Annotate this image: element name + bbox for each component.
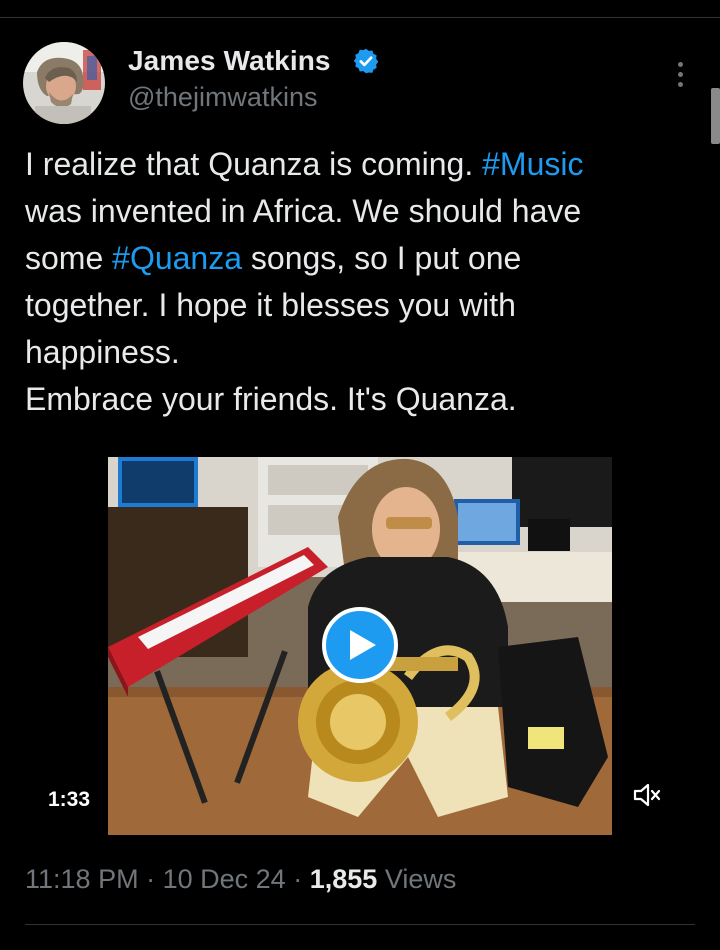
tweet-meta: 11:18 PM · 10 Dec 24 · 1,855 Views — [25, 864, 456, 895]
tweet-text-line: happiness. — [25, 329, 695, 376]
tweet-date[interactable]: 10 Dec 24 — [163, 864, 286, 894]
bottom-divider — [25, 924, 695, 925]
meta-separator: · — [293, 864, 303, 894]
play-button[interactable] — [322, 607, 398, 683]
muted-speaker-icon[interactable] — [632, 781, 662, 809]
hashtag-link[interactable]: #Quanza — [112, 240, 242, 276]
tweet-text: I realize that Quanza is coming. #Music w… — [25, 141, 695, 423]
tweet-text-segment: Embrace your friends. It's Quanza. — [25, 381, 517, 417]
author-name[interactable]: James Watkins — [128, 45, 331, 77]
tweet-text-segment: together. I hope it blesses you with — [25, 287, 516, 323]
tweet-text-line: Embrace your friends. It's Quanza. — [25, 376, 695, 423]
tweet-text-segment: I realize that Quanza is coming. — [25, 146, 483, 182]
video-duration: 1:33 — [48, 788, 91, 811]
top-divider — [0, 17, 720, 18]
video-player[interactable] — [108, 457, 612, 835]
more-options-button[interactable] — [664, 58, 696, 90]
more-dots-icon — [677, 61, 683, 67]
hashtag-link[interactable]: #Music — [482, 146, 583, 182]
views-count: 1,855 — [309, 864, 378, 894]
views-label: Views — [384, 864, 457, 894]
scrollbar-thumb[interactable] — [711, 88, 720, 144]
tweet-text-line: I realize that Quanza is coming. #Music — [25, 141, 695, 188]
tweet-time[interactable]: 11:18 PM — [25, 864, 139, 894]
tweet-text-segment: some — [25, 240, 113, 276]
verified-badge-icon — [353, 48, 379, 74]
tweet-text-segment: happiness. — [25, 334, 180, 370]
tweet-text-line: was invented in Africa. We should have — [25, 188, 695, 235]
tweet-text-segment: songs, so I put one — [242, 240, 522, 276]
meta-separator: · — [146, 864, 156, 894]
avatar[interactable] — [23, 42, 105, 124]
play-icon — [349, 630, 376, 660]
tweet-text-segment: was invented in Africa. We should have — [25, 193, 582, 229]
tweet-text-line: together. I hope it blesses you with — [25, 282, 695, 329]
author-handle[interactable]: @thejimwatkins — [128, 82, 317, 113]
profile-photo-icon — [23, 42, 105, 124]
tweet-text-line: some #Quanza songs, so I put one — [25, 235, 695, 282]
